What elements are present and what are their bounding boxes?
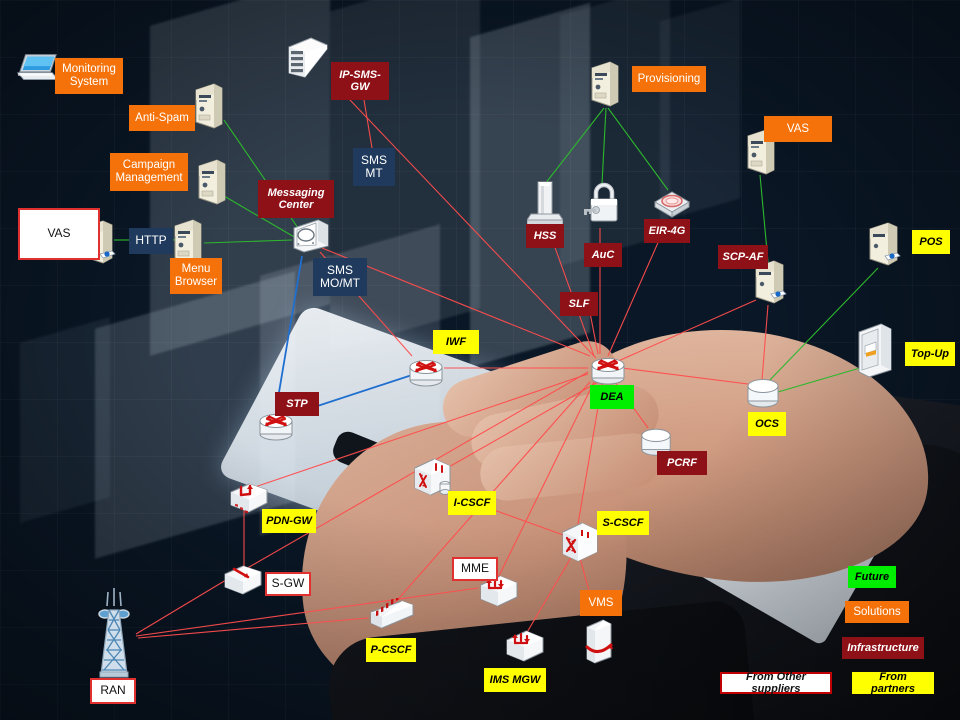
link-ran-to-s-gw: [135, 579, 227, 635]
node-label-stp[interactable]: STP: [275, 392, 319, 416]
node-label-iwf[interactable]: IWF: [433, 330, 479, 354]
node-label-top-up[interactable]: Top-Up: [905, 342, 955, 366]
gw2-icon: [222, 563, 264, 597]
node-label-http[interactable]: HTTP: [129, 228, 173, 254]
node-label-s-cscf[interactable]: S-CSCF: [597, 511, 649, 535]
node-label-auc[interactable]: AuC: [584, 243, 622, 267]
hss-icon: [527, 180, 563, 228]
link-s-cscf-to-ims-mgw: [525, 555, 573, 635]
node-label-monitoring-system[interactable]: Monitoring System: [55, 58, 123, 94]
legend-item-infrastructure[interactable]: Infrastructure: [842, 637, 924, 659]
node-label-s-gw[interactable]: S-GW: [265, 572, 311, 596]
node-label-messaging-center[interactable]: Messaging Center: [258, 180, 334, 218]
node-label-hss[interactable]: HSS: [526, 224, 564, 248]
node-label-eir-4g[interactable]: EIR-4G: [644, 219, 690, 243]
node-label-ran[interactable]: RAN: [90, 678, 136, 704]
link-ocs-to-dea: [621, 367, 749, 385]
legend-item-solutions[interactable]: Solutions: [845, 601, 909, 623]
lock-icon: [582, 180, 622, 228]
server-icon: [192, 82, 224, 130]
rack-icon: [368, 598, 416, 632]
link-scp-af-to-ocs: [761, 304, 769, 381]
node-label-dea[interactable]: DEA: [590, 385, 634, 409]
node-label-scp-af[interactable]: SCP-AF: [718, 245, 768, 269]
node-label-pdn-gw[interactable]: PDN-GW: [262, 509, 316, 533]
node-label-campaign-management[interactable]: Campaign Management: [110, 153, 188, 191]
network-diagram-canvas: Monitoring System Anti-Spam Campaign Man…: [0, 0, 960, 720]
link-provisioning-to-eir-4g: [607, 107, 669, 191]
tower-icon: [94, 586, 134, 678]
node-label-sms-mo-mt[interactable]: SMS MO/MT: [313, 258, 367, 296]
node-label-pos[interactable]: POS: [912, 230, 950, 254]
node-label-ocs[interactable]: OCS: [748, 412, 786, 436]
kiosk-icon: [857, 322, 893, 378]
switch-icon: [560, 520, 600, 564]
node-label-p-cscf[interactable]: P-CSCF: [366, 638, 416, 662]
node-label-vas-right[interactable]: VAS: [764, 116, 832, 142]
server-icon: [588, 60, 620, 108]
node-label-pcrf[interactable]: PCRF: [657, 451, 707, 475]
legend-item-future[interactable]: Future: [848, 566, 896, 588]
link-provisioning-to-auc: [601, 107, 607, 185]
node-label-ims-mgw[interactable]: IMS MGW: [484, 668, 546, 692]
link-scp-af-to-dea: [615, 299, 757, 363]
link-dea-to-i-cscf: [439, 381, 599, 473]
db-icon: [744, 375, 782, 411]
node-label-menu-browser[interactable]: Menu Browser: [170, 258, 222, 294]
laptop-icon: [16, 52, 60, 86]
legend-item-from-partners[interactable]: From partners: [852, 671, 934, 695]
node-label-mme[interactable]: MME: [452, 557, 498, 581]
link-menu-browser-to-messaging-center-icon: [203, 239, 293, 244]
link-ip-sms-gw-to-sms-mt: [363, 99, 373, 149]
node-label-i-cscf[interactable]: I-CSCF: [448, 491, 496, 515]
router-icon: [406, 354, 446, 390]
msc-icon: [292, 218, 330, 254]
node-label-anti-spam[interactable]: Anti-Spam: [129, 105, 195, 131]
node-label-vas-left[interactable]: VAS: [18, 208, 100, 260]
mme-icon: [504, 628, 546, 664]
node-label-slf[interactable]: SLF: [560, 292, 598, 316]
link-provisioning-to-hss: [544, 107, 605, 185]
server-db-icon: [867, 220, 901, 270]
vms-icon: [584, 617, 614, 665]
node-label-provisioning[interactable]: Provisioning: [632, 66, 706, 92]
eir-icon: [651, 184, 693, 220]
link-messaging-center-icon-to-stp: [275, 255, 303, 411]
server-icon: [195, 158, 227, 206]
legend-item-from-other-suppliers[interactable]: From Other suppliers: [720, 671, 832, 695]
link-ran-to-p-cscf: [137, 617, 369, 639]
node-label-sms-mt[interactable]: SMS MT: [353, 148, 395, 186]
link-top-up-to-ocs: [777, 367, 861, 393]
node-label-vms[interactable]: VMS: [580, 590, 622, 616]
storage-icon: [285, 35, 331, 83]
router-icon: [588, 352, 628, 388]
node-label-ip-sms-gw[interactable]: IP-SMS- GW: [331, 62, 389, 100]
